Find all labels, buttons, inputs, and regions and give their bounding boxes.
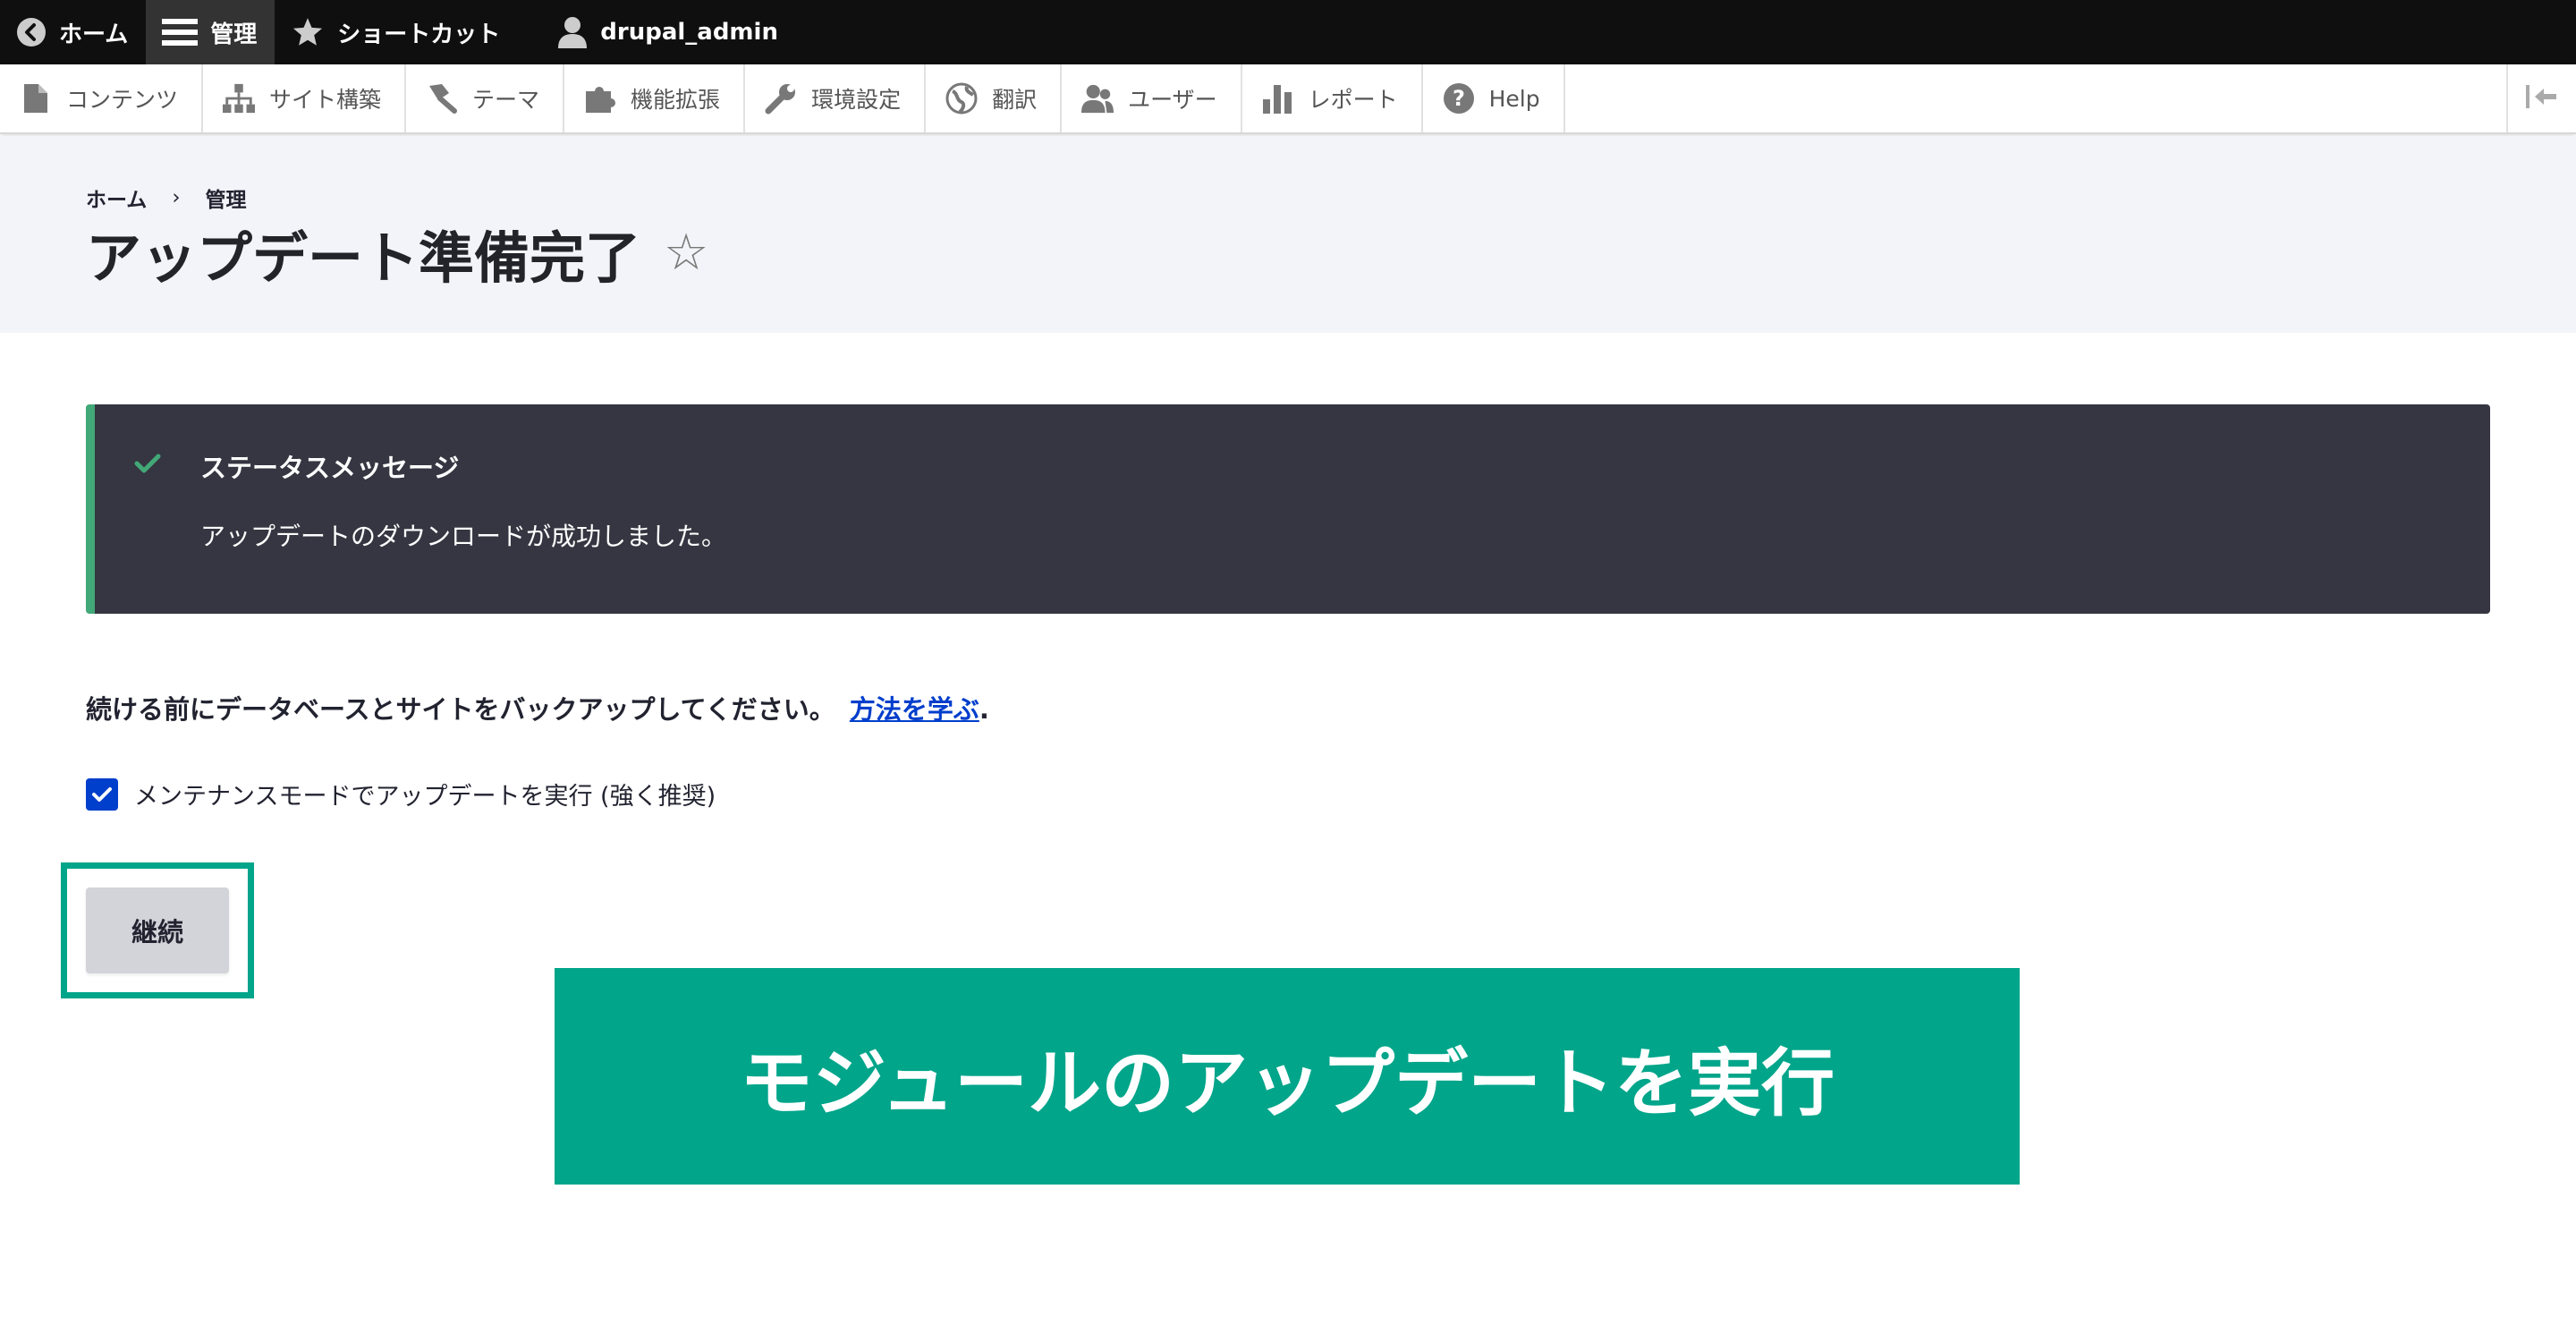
tray-item-config[interactable]: 環境設定 [745, 64, 927, 132]
puzzle-icon [584, 82, 616, 115]
wrench-icon [765, 82, 797, 115]
favorite-star-icon[interactable]: ☆ [664, 228, 708, 278]
menu-icon [162, 17, 199, 47]
svg-text:?: ? [1453, 86, 1465, 111]
tray-item-content[interactable]: コンテンツ [0, 64, 204, 132]
help-icon: ? [1443, 82, 1475, 115]
backup-period: . [979, 694, 989, 725]
tray-item-label: 翻訳 [992, 87, 1038, 113]
learn-how-link[interactable]: 方法を学ぶ [850, 689, 979, 726]
toolbar-shortcuts[interactable]: ショートカット [275, 0, 518, 64]
breadcrumb-home[interactable]: ホーム [86, 183, 147, 213]
tray-item-label: テーマ [472, 87, 540, 113]
status-title: ステータスメッセージ [200, 453, 460, 483]
bar-chart-icon [1262, 82, 1294, 115]
breadcrumb-separator: › [172, 186, 181, 209]
collapse-icon [2526, 83, 2558, 114]
tray-item-extend[interactable]: 機能拡張 [564, 64, 746, 132]
run-update-banner: モジュールのアップデートを実行 [555, 968, 2020, 1185]
page-title: アップデート準備完了 ☆ [86, 213, 708, 293]
continue-button[interactable]: 継続 [86, 888, 229, 973]
toolbar-home-label: ホーム [59, 21, 129, 48]
page-header: ホーム › 管理 アップデート準備完了 ☆ [0, 136, 2576, 333]
toolbar-home[interactable]: ホーム [0, 0, 146, 64]
user-icon [557, 16, 588, 48]
checkbox-check-icon [92, 786, 112, 802]
maintenance-checkbox-label[interactable]: メンテナンスモードでアップデートを実行 (強く推奨) [134, 777, 716, 811]
breadcrumb-admin[interactable]: 管理 [206, 183, 247, 213]
maintenance-mode-option[interactable]: メンテナンスモードでアップデートを実行 (強く推奨) [86, 777, 716, 811]
backup-notice: 続ける前にデータベースとサイトをバックアップしてください。 方法を学ぶ . [86, 689, 989, 726]
tray-item-help[interactable]: ? Help [1423, 64, 1565, 132]
toolbar-user-label: drupal_admin [600, 19, 778, 46]
tray-item-label: レポート [1308, 87, 1398, 113]
toolbar-shortcuts-label: ショートカット [337, 21, 501, 48]
tray-item-structure[interactable]: サイト構築 [203, 64, 407, 132]
backup-notice-text: 続ける前にデータベースとサイトをバックアップしてください。 [86, 694, 835, 725]
paint-icon [426, 82, 458, 115]
tray-collapse-button[interactable] [2506, 64, 2576, 132]
star-icon [291, 16, 325, 48]
breadcrumb: ホーム › 管理 [86, 183, 247, 213]
admin-tray: コンテンツ サイト構築 テーマ 機能拡張 環境設定 翻訳 ユーザー レポート ?… [0, 64, 2576, 134]
tray-item-people[interactable]: ユーザー [1062, 64, 1242, 132]
tray-item-label: Help [1488, 85, 1540, 112]
structure-icon [223, 82, 256, 115]
tray-item-reports[interactable]: レポート [1242, 64, 1423, 132]
tray-item-appearance[interactable]: テーマ [406, 64, 565, 132]
tray-item-label: コンテンツ [66, 87, 179, 113]
status-body: アップデートのダウンロードが成功しました。 [200, 522, 727, 551]
tray-item-translate[interactable]: 翻訳 [926, 64, 1063, 132]
checkmark-icon [134, 453, 161, 478]
toolbar-user[interactable]: drupal_admin [541, 0, 796, 64]
tray-item-label: ユーザー [1128, 87, 1217, 113]
page-title-text: アップデート準備完了 [86, 225, 641, 291]
toolbar-manage[interactable]: 管理 [146, 0, 275, 64]
status-message: ステータスメッセージ アップデートのダウンロードが成功しました。 [86, 404, 2490, 614]
document-icon [20, 82, 52, 115]
admin-toolbar: ホーム 管理 ショートカット drupal_admin [0, 0, 2576, 64]
toolbar-manage-label: 管理 [210, 21, 258, 48]
back-arrow-icon [16, 17, 47, 47]
tray-item-label: 環境設定 [811, 87, 902, 113]
maintenance-checkbox[interactable] [86, 777, 118, 811]
tray-item-label: 機能拡張 [631, 87, 721, 113]
tray-item-label: サイト構築 [269, 87, 382, 113]
globe-icon [945, 82, 978, 115]
people-icon [1081, 82, 1114, 115]
